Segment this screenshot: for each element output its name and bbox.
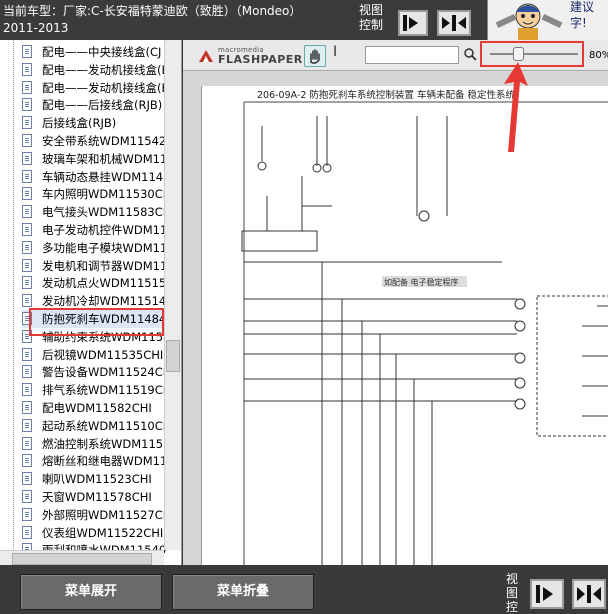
zoom-value: 80% (589, 50, 608, 61)
tree-item-label: 配电——中央接线盒(CJ (42, 45, 162, 59)
tree-item-label: 车辆动态悬挂WDM1148 (42, 169, 171, 184)
tree-item-label: 外部照明WDM11527CH (42, 507, 172, 522)
document-icon (22, 454, 32, 468)
tree-item-label: 安全带系统WDM11542 (42, 134, 167, 148)
text-select-icon: I (333, 44, 338, 60)
prev-page-button[interactable] (398, 10, 428, 36)
sidebar-horizontal-scrollbar[interactable] (0, 550, 164, 566)
diagram-title: 206-09A-2 防抱死刹车系统控制装置 车辆未配备 稳定性系统 (257, 89, 515, 101)
document-icon (22, 383, 32, 397)
document-icon (22, 62, 32, 76)
prev-page-icon (403, 15, 418, 31)
tree-item-label: 电子发动机控件WDM11 (42, 223, 168, 237)
tree-item-label: 多功能电子模块WDM11 (42, 240, 168, 255)
tree-item-label: 后接线盒(RJB) (42, 116, 117, 131)
document-icon (22, 240, 32, 254)
car-model-title: 当前车型：厂家:C-长安福特蒙迪欧（致胜）（Mondeo） (3, 4, 302, 18)
document-icon (22, 294, 32, 308)
viewer-toolbar: macromedia FLASHPAPER I 80% (183, 40, 608, 71)
document-icon (22, 98, 32, 112)
bottom-bar: 菜单展开 菜单折叠 视图控 (0, 565, 608, 614)
tree-item-label: 天窗WDM11578CHI (42, 490, 152, 504)
fit-width-button[interactable] (437, 10, 471, 36)
mechanic-mascot-icon (495, 3, 563, 40)
document-icon (22, 472, 32, 486)
document-icon (22, 187, 32, 201)
tree-item-label: 车内照明WDM11530CH (42, 187, 172, 202)
document-icon (22, 401, 32, 414)
collapse-menu-button[interactable]: 菜单折叠 (172, 574, 314, 610)
help-text-line2: 字! (570, 16, 587, 30)
document-icon (22, 365, 32, 379)
tree-item-label: 配电——发动机接线盒(E (42, 62, 169, 77)
selected-item-highlight (29, 308, 164, 336)
zoom-slider[interactable] (480, 41, 584, 67)
wiring-diagram: 206-09A-2 防抱死刹车系统控制装置 车辆未配备 稳定性系统 如配备 电子… (241, 89, 608, 565)
tree-guide-line (13, 40, 15, 565)
prev-page-icon (536, 585, 553, 603)
tree-item-label: 发动机点火WDM11515 (42, 276, 167, 291)
document-icon (22, 169, 32, 183)
tree-item-label: 发电机和调节器WDM11 (42, 258, 168, 273)
document-icon (22, 205, 32, 219)
logo-big-text: FLASHPAPER (218, 53, 303, 66)
document-icon (22, 490, 32, 503)
document-icon (22, 276, 32, 290)
wiring-diagram-tree: 配电——中央接线盒(CJ 配电——发动机接线盒(E 配电——发动机接线盒(E 配电——… (0, 40, 182, 565)
flashpaper-logo-icon (199, 50, 213, 62)
text-select-button[interactable]: I (333, 44, 337, 60)
horizontal-scroll-thumb[interactable] (12, 553, 152, 565)
help-assistant[interactable]: 建议 字! (487, 0, 608, 40)
document-icon (22, 347, 32, 361)
fit-width-button-bottom[interactable] (572, 579, 606, 609)
document-icon (22, 258, 32, 272)
search-input[interactable] (365, 46, 459, 64)
tree-item-label: 后视镜WDM11535CHI (42, 347, 164, 362)
tree-item-label: 仪表组WDM11522CHI (42, 525, 164, 540)
tree-item-label: 熔断丝和继电器WDM11 (42, 454, 168, 469)
top-header: 当前车型：厂家:C-长安福特蒙迪欧（致胜）（Mondeo） 2011-2013 … (0, 0, 608, 40)
document-icon (22, 45, 32, 58)
document-icon (22, 151, 32, 165)
view-control-label: 视图控制 (359, 3, 384, 32)
document-icon (22, 223, 32, 236)
tree-item-label: 电气接头WDM11583CH (42, 205, 172, 220)
document-icon (22, 134, 32, 147)
hand-tool-icon (310, 49, 320, 64)
tree-item-label: 配电——发动机接线盒(E (42, 80, 169, 95)
flashpaper-viewer: macromedia FLASHPAPER I 80% 206-09A-2 防抱… (183, 40, 608, 565)
fit-width-icon (577, 585, 601, 603)
document-icon (22, 418, 32, 432)
tree-item-label: 起动系统WDM11510CH (42, 418, 172, 433)
expand-menu-button[interactable]: 菜单展开 (20, 574, 162, 610)
zoom-thumb[interactable] (513, 47, 525, 61)
document-icon (22, 436, 32, 450)
tree-item-label: 燃油控制系统WDM1151 (42, 436, 171, 451)
document-page[interactable]: 206-09A-2 防抱死刹车系统控制装置 车辆未配备 稳定性系统 如配备 电子… (201, 86, 608, 565)
tree-item-label: 喇叭WDM11523CHI (42, 472, 152, 487)
tree-item-label: 配电WDM11582CHI (42, 401, 152, 415)
document-icon (22, 525, 32, 539)
document-icon (22, 507, 32, 521)
year-range: 2011-2013 (3, 21, 69, 35)
tree-item-label: 配电——后接线盒(RJB) (42, 98, 163, 113)
tree-item-label: 排气系统WDM11519CH (42, 383, 172, 398)
diagram-note: 如配备 电子稳定程序 (384, 277, 459, 287)
sidebar-vertical-scrollbar[interactable] (164, 40, 181, 550)
search-icon[interactable] (463, 47, 477, 61)
prev-page-button-bottom[interactable] (530, 579, 564, 609)
document-icon (22, 116, 32, 130)
fit-width-icon (442, 15, 466, 31)
help-text-line1: 建议 (570, 0, 595, 14)
hand-tool-button[interactable] (304, 45, 326, 67)
tree-item-label: 警告设备WDM11524CH (42, 365, 172, 380)
vertical-scroll-thumb[interactable] (166, 340, 180, 372)
document-icon (22, 80, 32, 94)
zoom-track (490, 53, 578, 55)
annotation-arrow-icon (504, 62, 528, 152)
tree-item-label: 玻璃车架和机械WDM11 (42, 151, 168, 166)
view-control-label-bottom: 视图控 (506, 572, 519, 614)
